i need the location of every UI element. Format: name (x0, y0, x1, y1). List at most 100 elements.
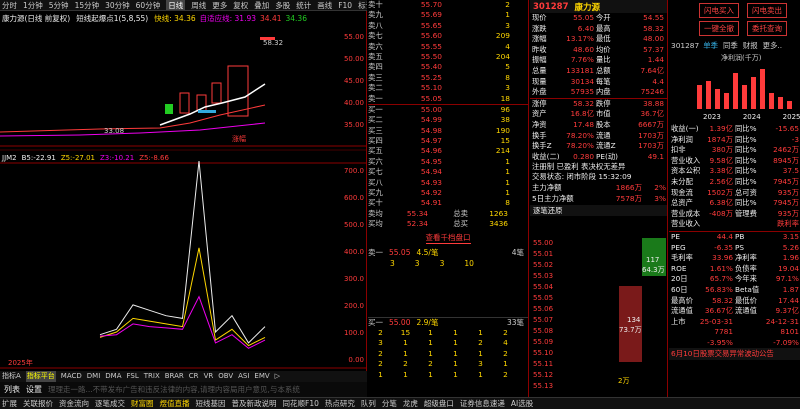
fin-cell: 33.96 (712, 253, 733, 263)
period-tab[interactable]: 多股 (275, 0, 290, 10)
period-tab[interactable]: 复权 (233, 0, 248, 10)
period-tab[interactable]: 画线 (317, 0, 332, 10)
indicator-tab[interactable]: FSL (127, 371, 139, 382)
tick-price: 55.01 (533, 250, 554, 258)
candle (179, 92, 190, 114)
notice-link[interactable]: 6月10日股票交易异常波动公告 (669, 348, 800, 361)
indicator-tab[interactable]: DMA (105, 371, 121, 382)
indicator-tab[interactable]: OBV (218, 371, 233, 382)
price-axis: 55.00 50.00 45.00 40.00 35.00 (344, 33, 364, 129)
bottom-tab[interactable]: 热点研究 (325, 398, 355, 409)
profit-bar (706, 81, 711, 109)
indicator-name[interactable]: JJM2 (2, 154, 17, 162)
indicator-tab[interactable]: ASI (238, 371, 249, 382)
period-tab[interactable]: 1分钟 (23, 0, 43, 10)
fin-cell (733, 317, 763, 328)
bottom-tab[interactable]: 资金流向 (59, 398, 89, 409)
indicator-tab[interactable]: CR (189, 371, 199, 382)
fin-tab[interactable]: 同季 (723, 40, 738, 51)
settings-button[interactable]: 设置 (26, 384, 42, 395)
bottom-tab[interactable]: 煜值直播 (160, 398, 190, 409)
fin-tab[interactable]: 财报 (743, 40, 758, 51)
bottom-tab[interactable]: 扩展 (2, 398, 17, 409)
indicator-tab[interactable]: 指标A (2, 371, 21, 382)
level-volume: 209 (495, 31, 510, 41)
indicator-tab[interactable]: 指标平台 (25, 371, 56, 382)
stock-title: 301287 康力源 (530, 0, 667, 13)
period-tab[interactable]: 更多 (212, 0, 227, 10)
period-tab[interactable]: 30分钟 (105, 0, 130, 10)
queue-order: 1 (428, 369, 433, 379)
stat-cell: 54.55 (643, 13, 664, 22)
list-button[interactable]: 列表 (4, 384, 20, 395)
level-price: 54.98 (420, 125, 442, 135)
stat-cell: 7.76% (570, 55, 594, 65)
stat-cell: 内盘 (596, 87, 611, 97)
fin-tab[interactable]: 更多.. (763, 40, 782, 51)
stat-cell: 收益(二) (532, 151, 560, 161)
bottom-tab[interactable]: 队列 (361, 398, 376, 409)
kline-chart[interactable]: 康力源(日线 前复权) 短线起爆点1(5,8,55) 快线: 34.36 自适应线… (0, 11, 367, 371)
fin-tab[interactable]: 单季 (703, 40, 718, 51)
flash-sell-button[interactable]: 闪电卖出 (747, 3, 787, 18)
indicator-tab[interactable]: DMI (87, 371, 101, 382)
fin-row: 净利润 1874万 同比% -3 (669, 135, 800, 146)
period-tab[interactable]: 叠加 (254, 0, 269, 10)
indicator-tab[interactable]: ▷ (275, 371, 280, 382)
period-tab[interactable]: 60分钟 (136, 0, 161, 10)
period-tab[interactable]: 5分钟 (49, 0, 69, 10)
indicator-tab[interactable]: TRIX (144, 371, 160, 382)
period-tab[interactable]: 分时 (2, 0, 17, 10)
order-query-button[interactable]: 委托查询 (747, 21, 787, 36)
period-tab[interactable]: F10 (338, 0, 352, 10)
level-price: 55.70 (420, 0, 442, 9)
fin-cell: 97.1% (775, 274, 799, 284)
fin-cell: PB (735, 231, 745, 241)
fin-cell: 8101 (780, 327, 799, 337)
period-tab[interactable]: 15分钟 (75, 0, 100, 10)
order-level: 卖九 55.69 1 (368, 10, 528, 20)
stat-cell: 48.60 (573, 44, 594, 54)
notice-2: 交易状态: 闭市阶段 15:32:09 (532, 172, 632, 182)
depth-button[interactable]: 查看千档盘口 (425, 232, 471, 245)
ma-line (0, 104, 266, 133)
period-tab[interactable]: 日线 (166, 0, 186, 10)
period-tab[interactable]: 标记 (358, 0, 367, 10)
stat-row: 换手 78.20% 流通 1703万 (530, 131, 667, 142)
bottom-tab[interactable]: 关联报价 (23, 398, 53, 409)
stat-cell: 4.4 (652, 76, 664, 86)
indicator-tab[interactable]: BRAR (165, 371, 184, 382)
bottom-tab[interactable]: 短线基因 (196, 398, 226, 409)
fin-cell: 25-03-31 (699, 316, 733, 326)
bottom-tab[interactable]: 超级盘口 (424, 398, 454, 409)
period-tab[interactable]: 周线 (191, 0, 206, 10)
fin-cell: 同比% (735, 145, 757, 155)
fin-row: PE 44.4 PB 3.15 (669, 232, 800, 243)
fundamental-stats: 涨停 58.32 跌停 38.88 资产 16.8亿 市值 36.7亿 净资 17.48 股本 666… (530, 99, 667, 163)
indicator-tab[interactable]: EMV (254, 371, 269, 382)
order-level: 卖三 55.25 8 (368, 73, 528, 83)
stat-cell: 最高 (596, 23, 611, 33)
queue-order: 3 (378, 338, 383, 348)
flash-buy-button[interactable]: 闪电买入 (699, 3, 739, 18)
bottom-tab[interactable]: 证券信息速递 (460, 398, 505, 409)
bottom-tab[interactable]: AI选股 (511, 398, 533, 409)
fin-cell: 营业成本 (671, 208, 701, 218)
indicator-tab[interactable]: MACD (61, 371, 82, 382)
order-level: 买八 54.93 1 (368, 178, 528, 188)
fin-cell: -6.35 (714, 242, 733, 252)
bottom-tab[interactable]: 分笔 (382, 398, 397, 409)
cancel-all-button[interactable]: 一键全撤 (699, 21, 739, 36)
avg-sell-row: 卖均 55.34 总卖 1263 (368, 208, 508, 218)
bottom-tab[interactable]: 龙虎 (403, 398, 418, 409)
stat-cell: 流通 (596, 130, 611, 140)
period-tab[interactable]: 统计 (296, 0, 311, 10)
indicator-tab[interactable]: VR (204, 371, 214, 382)
bottom-tab[interactable]: 逐笔成交 (95, 398, 125, 409)
bottom-tab[interactable]: 同花顺F10 (283, 398, 319, 409)
bottom-tab[interactable]: 普及新政说明 (232, 398, 277, 409)
bottom-tab[interactable]: 财富圈 (131, 398, 154, 409)
queue-order: 1 (503, 359, 508, 369)
stat-cell: 跌停 (596, 98, 611, 108)
order-level: 买九 54.92 1 (368, 188, 528, 198)
